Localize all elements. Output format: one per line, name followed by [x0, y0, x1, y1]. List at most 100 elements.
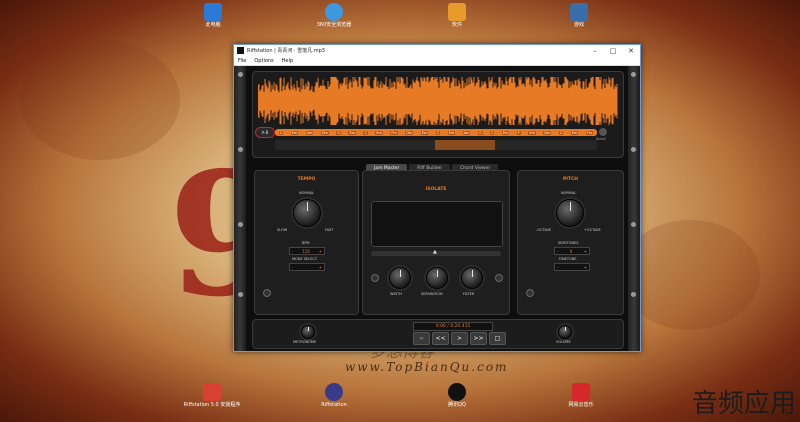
tempo-knob[interactable]	[293, 199, 321, 227]
plus-octave-label: +OCTAVE	[584, 228, 601, 232]
chord-marker[interactable]: C	[435, 130, 441, 135]
isolate-title: ISOLATE	[425, 187, 447, 192]
isolate-pan-slider[interactable]	[371, 249, 501, 256]
transport-panel: METRONOME 0:00 / 4:20.415 ∞ << > >> □ VO…	[252, 319, 624, 349]
isolate-led-left[interactable]	[371, 274, 379, 282]
desktop-icon-label: Riffstation	[321, 402, 347, 408]
increment-icon[interactable]: +	[584, 249, 587, 254]
bpm-stepper[interactable]: - 110 +	[289, 247, 325, 255]
chord-marker[interactable]: C	[558, 130, 564, 135]
window-title: Riffstation | 青青河 · 雪落凡.mp3	[247, 48, 325, 54]
waveform-display[interactable]	[258, 77, 618, 125]
chord-marker[interactable]: Am	[305, 130, 314, 135]
metronome-label: METRONOME	[293, 340, 317, 344]
fast-forward-button[interactable]: >>	[470, 332, 487, 345]
riffstation-icon	[325, 383, 343, 401]
screw-icon	[237, 146, 244, 153]
volume-knob[interactable]	[558, 325, 572, 339]
mode-select-label: MODE SELECT	[292, 257, 317, 261]
chord-marker[interactable]: C	[278, 130, 284, 135]
desktop-icon-games[interactable]: 游戏	[549, 3, 609, 28]
semitones-stepper[interactable]: - 0 +	[554, 247, 590, 255]
close-button[interactable]: ✕	[622, 47, 640, 55]
tempo-enable-led[interactable]	[263, 289, 271, 297]
title-bar[interactable]: Riffstation | 青青河 · 雪落凡.mp3 – □ ✕	[234, 45, 640, 56]
pitch-enable-led[interactable]	[526, 289, 534, 297]
pitch-normal-label: NORMAL	[561, 191, 577, 195]
isolate-led-right[interactable]	[495, 274, 503, 282]
filter-knob[interactable]	[461, 267, 483, 289]
transport-buttons: ∞ << > >> □	[413, 332, 506, 345]
overview-window[interactable]	[435, 140, 495, 150]
chord-marker[interactable]: Em	[528, 130, 536, 135]
chord-marker[interactable]: Fm	[585, 130, 594, 135]
screw-icon	[630, 291, 637, 298]
increment-icon[interactable]: +	[319, 249, 322, 254]
folder-icon	[448, 3, 466, 21]
chord-marker[interactable]: Em	[290, 130, 299, 135]
game-icon	[570, 3, 588, 21]
waveform-panel: A·B C Em Am Dm G Em C Em Fm Dm Em C Em Am G C Em F Em Dm C Em…	[252, 71, 624, 158]
screw-icon	[237, 291, 244, 298]
desktop-icon-netease-music[interactable]: 网易云音乐	[551, 383, 611, 408]
computer-icon	[204, 3, 222, 21]
app-icon	[237, 47, 244, 54]
chord-marker[interactable]: C	[490, 130, 495, 135]
minimize-button[interactable]: –	[586, 47, 604, 55]
chord-marker[interactable]: F	[516, 130, 521, 135]
chord-marker[interactable]: Dm	[405, 130, 414, 135]
chord-marker[interactable]: C	[363, 130, 368, 135]
chord-marker[interactable]: Em	[501, 130, 510, 135]
scroll-toggle-button[interactable]	[599, 128, 607, 136]
overview-waveform[interactable]	[275, 140, 597, 150]
increment-icon[interactable]: +	[319, 265, 322, 270]
decrement-icon[interactable]: -	[292, 249, 293, 254]
menu-file[interactable]: File	[238, 58, 246, 64]
volume-label: VOLUME	[556, 340, 571, 344]
desktop-icon-software[interactable]: 软件	[427, 3, 487, 28]
menu-bar: File Options Help	[234, 56, 640, 66]
increment-icon[interactable]: +	[584, 265, 587, 270]
pitch-knob[interactable]	[556, 199, 584, 227]
loop-button[interactable]: ∞	[413, 332, 430, 345]
finetune-stepper[interactable]: - +	[554, 263, 590, 271]
music-icon	[572, 383, 590, 401]
desktop-icon-qq[interactable]: 腾讯QQ	[427, 383, 487, 408]
metronome-knob[interactable]	[301, 325, 315, 339]
chord-marker[interactable]: Em	[420, 130, 429, 135]
decrement-icon[interactable]: -	[557, 265, 558, 270]
ab-loop-button[interactable]: A·B	[255, 127, 275, 138]
stop-button[interactable]: □	[489, 332, 506, 345]
tempo-slow-label: SLOW	[277, 228, 288, 232]
desktop-icon-label: 腾讯QQ	[448, 402, 466, 408]
play-button[interactable]: >	[451, 332, 468, 345]
decrement-icon[interactable]: -	[292, 265, 293, 270]
chord-marker-strip[interactable]: C Em Am Dm G Em C Em Fm Dm Em C Em Am G C Em F Em Dm C Em Fm	[275, 129, 597, 136]
desktop-icon-riffstation[interactable]: Riffstation	[304, 383, 364, 408]
rewind-button[interactable]: <<	[432, 332, 449, 345]
chord-marker[interactable]: G	[477, 130, 483, 135]
menu-help[interactable]: Help	[282, 58, 293, 64]
chord-marker[interactable]: Em	[375, 130, 383, 135]
chord-marker[interactable]: Am	[462, 130, 471, 135]
mode-select-stepper[interactable]: - +	[289, 263, 325, 271]
isolate-display[interactable]	[371, 201, 503, 247]
desktop-icon-browser[interactable]: 360安全浏览器	[304, 3, 364, 28]
chord-marker[interactable]: Em	[570, 130, 579, 135]
maximize-button[interactable]: □	[604, 47, 622, 55]
desktop-icon-this-pc[interactable]: 此电脑	[183, 3, 243, 28]
desktop-icon-riffstation-installer[interactable]: Riffstation 5.0 安装程序	[182, 383, 242, 408]
chord-marker[interactable]: Dm	[320, 130, 329, 135]
installer-icon	[203, 383, 221, 401]
chord-marker[interactable]: Dm	[543, 130, 552, 135]
separation-knob[interactable]	[426, 267, 448, 289]
chord-marker[interactable]: Em	[447, 130, 456, 135]
width-knob[interactable]	[389, 267, 411, 289]
chord-marker[interactable]: Em	[348, 130, 357, 135]
menu-options[interactable]: Options	[254, 58, 273, 64]
semitones-label: SEMITONES	[558, 241, 579, 245]
chord-marker[interactable]: Fm	[390, 130, 398, 135]
chord-marker[interactable]: G	[336, 130, 342, 135]
pitch-section: PITCH NORMAL -OCTAVE +OCTAVE SEMITONES -…	[517, 170, 624, 315]
decrement-icon[interactable]: -	[557, 249, 558, 254]
